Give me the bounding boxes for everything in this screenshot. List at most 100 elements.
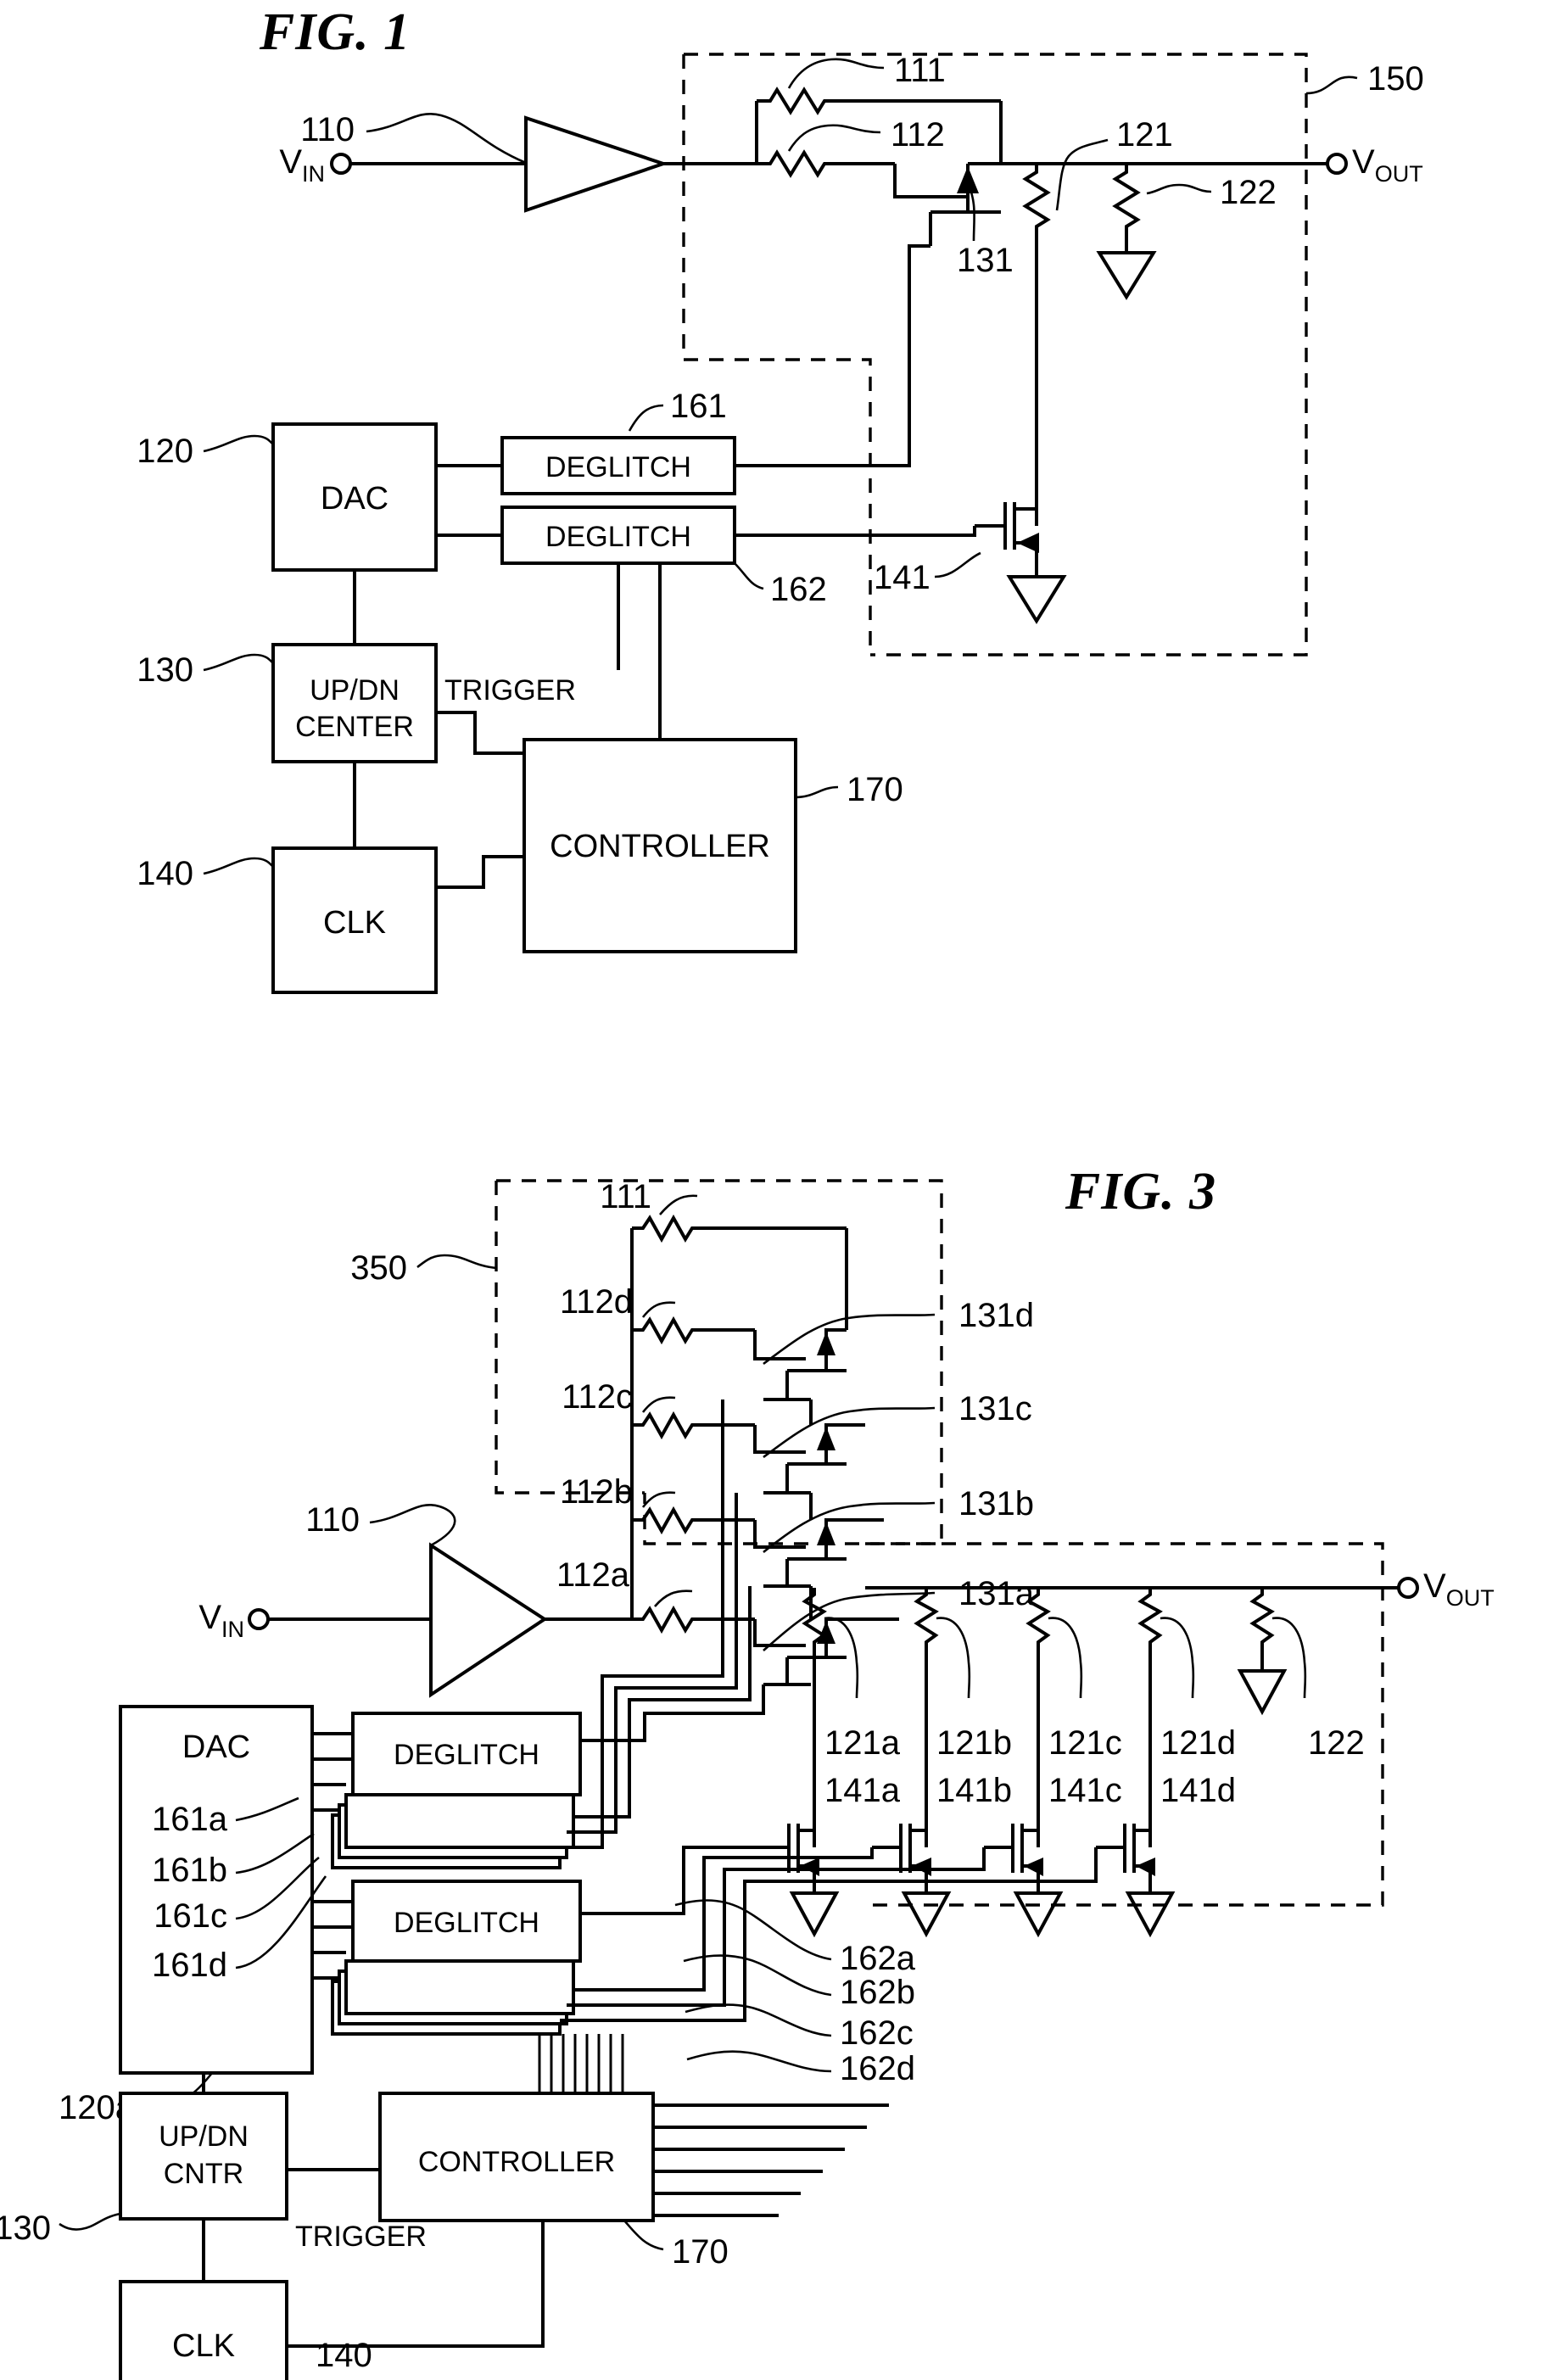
fig3-ref-161d: 161d — [152, 1947, 227, 1984]
fig1-block-clk-label: CLK — [323, 905, 386, 941]
fig3-ref-112c: 112c — [562, 1378, 633, 1416]
fig3-ref-111: 111 — [600, 1178, 651, 1215]
fig3-ref-122: 122 — [1308, 1724, 1365, 1762]
fig3-lead-131d — [763, 1313, 936, 1366]
fig3-vin-label: VIN — [198, 1599, 244, 1642]
fig1-resistor-112 — [757, 149, 895, 178]
fig3-transistor-131a — [753, 1586, 899, 1686]
fig3-vout-label: VOUT — [1423, 1567, 1495, 1611]
fig3-amplifier-triangle — [429, 1542, 548, 1698]
fig3-transistor-131b — [753, 1493, 884, 1588]
fig1-wire-162-to-141b — [735, 526, 976, 537]
fig3-block-controller-label: CONTROLLER — [418, 2146, 615, 2178]
fig3-ref-121d: 121d — [1160, 1724, 1236, 1762]
figure-1: FIG. 1 150 110 VIN 111 112 131 121 122 V… — [137, 3, 1424, 994]
fig1-amplifier-triangle — [524, 115, 669, 213]
fig3-title: FIG. 3 — [1065, 1163, 1216, 1221]
fig1-lead-120 — [203, 434, 274, 453]
fig1-block-controller-label: CONTROLLER — [550, 829, 770, 864]
fig1-block-deglitch-162-label: DEGLITCH — [545, 521, 691, 553]
fig3-ref-121a: 121a — [824, 1724, 901, 1762]
fig3-lead-131c — [763, 1406, 936, 1459]
fig1-lead-121 — [1055, 138, 1109, 211]
fig3-block-deglitch-162-stack[interactable] — [331, 1880, 582, 2036]
fig3-block-clk-label: CLK — [172, 2328, 235, 2364]
fig3-ref-131a: 131a — [958, 1575, 1035, 1612]
fig3-lead-130 — [59, 2212, 121, 2231]
fig3-vout-terminal — [1397, 1577, 1419, 1599]
fig3-resistor-112c — [632, 1411, 755, 1440]
patent-drawing-sheet: FIG. 1 150 110 VIN 111 112 131 121 122 V… — [0, 0, 1548, 2380]
fig3-resistor-111 — [632, 1214, 847, 1243]
fig3-block-deglitch-162-label: DEGLITCH — [394, 1907, 539, 1939]
fig3-bus-161-to-131 — [560, 1400, 765, 1849]
fig3-lead-162a — [674, 1899, 832, 1961]
fig3-ref-140: 140 — [316, 2337, 372, 2374]
fig1-lead-110 — [366, 113, 527, 165]
fig3-ref-161c: 161c — [154, 1897, 227, 1935]
fig1-wire-161-to-131 — [735, 244, 930, 467]
fig1-resistor-122 — [1096, 164, 1157, 300]
fig1-transistor-141 — [975, 301, 1067, 624]
fig3-ref-350: 350 — [350, 1249, 407, 1287]
fig3-ref-112a: 112a — [556, 1556, 630, 1594]
fig1-lead-141 — [934, 551, 981, 578]
fig3-lead-112a — [654, 1589, 693, 1607]
fig1-lead-161 — [628, 404, 664, 432]
fig1-signal-trigger: TRIGGER — [444, 674, 576, 707]
fig3-ref-112d: 112d — [560, 1283, 633, 1321]
fig1-lead-111 — [787, 58, 885, 89]
fig1-lead-130 — [203, 653, 274, 672]
fig3-ref-110: 110 — [305, 1501, 360, 1539]
fig1-lead-150 — [1305, 75, 1358, 95]
fig3-lead-162d — [686, 2050, 832, 2073]
fig1-ref-140: 140 — [137, 855, 193, 892]
fig3-ref-161a: 161a — [152, 1801, 228, 1838]
fig3-ref-161b: 161b — [152, 1852, 227, 1889]
fig3-lead-121b — [936, 1617, 971, 1699]
fig3-ref-112b: 112b — [560, 1473, 633, 1511]
fig1-ref-141: 141 — [874, 559, 930, 596]
fig3-lead-162b — [683, 1954, 832, 1997]
fig3-ref-141a: 141a — [824, 1772, 901, 1809]
fig1-resistor-121 — [1022, 164, 1051, 301]
fig1-ref-150: 150 — [1367, 60, 1424, 98]
fig1-ref-111: 111 — [894, 52, 946, 89]
fig3-ref-162d: 162d — [840, 2050, 915, 2087]
fig3-block-updn-label1: UP/DN — [159, 2120, 249, 2153]
fig3-lead-350 — [416, 1254, 497, 1270]
fig3-lead-121c — [1048, 1617, 1083, 1699]
fig3-controller-output-fan — [653, 2103, 889, 2217]
fig1-vin-label: VIN — [279, 143, 325, 187]
fig1-boundary-150 — [684, 53, 1308, 656]
fig1-ref-170: 170 — [847, 771, 903, 808]
fig3-block-deglitch-161-stack[interactable] — [331, 1712, 582, 1869]
fig3-block-updn[interactable] — [119, 2092, 288, 2221]
fig3-ref-141c: 141c — [1048, 1772, 1122, 1809]
fig3-resistor-112d — [632, 1316, 755, 1345]
fig1-ref-162: 162 — [770, 571, 827, 608]
fig3-lead-121d — [1160, 1617, 1195, 1699]
fig1-vin-terminal — [330, 153, 352, 175]
fig1-block-deglitch-161-label: DEGLITCH — [545, 451, 691, 483]
fig3-lead-112c — [641, 1396, 676, 1413]
fig1-wire-clk-controller — [436, 855, 524, 889]
fig1-lead-140 — [203, 857, 274, 875]
fig1-ref-131: 131 — [957, 242, 1014, 279]
fig3-block-dac-label: DAC — [182, 1729, 250, 1765]
fig1-resistor-111 — [757, 87, 1001, 115]
fig3-lead-112b — [641, 1491, 676, 1508]
figure-3: FIG. 3 350 110 VIN 111 112d 131d 112c 13… — [0, 1163, 1495, 2380]
fig1-ref-161: 161 — [670, 388, 727, 425]
fig3-ref-162b: 162b — [840, 1974, 915, 2011]
fig1-block-updn-label1: UP/DN — [310, 674, 400, 707]
fig3-lead-110 — [369, 1504, 456, 1547]
fig3-ref-162c: 162c — [840, 2014, 914, 2052]
fig3-resistor-121b — [914, 1588, 939, 1705]
fig1-title: FIG. 1 — [259, 3, 411, 61]
fig3-resistor-121d — [1137, 1588, 1163, 1705]
fig3-ref-131c: 131c — [958, 1390, 1032, 1427]
fig1-lead-162 — [734, 562, 764, 590]
fig1-vout-label: VOUT — [1352, 143, 1423, 187]
fig3-block-deglitch-161-label: DEGLITCH — [394, 1739, 539, 1771]
